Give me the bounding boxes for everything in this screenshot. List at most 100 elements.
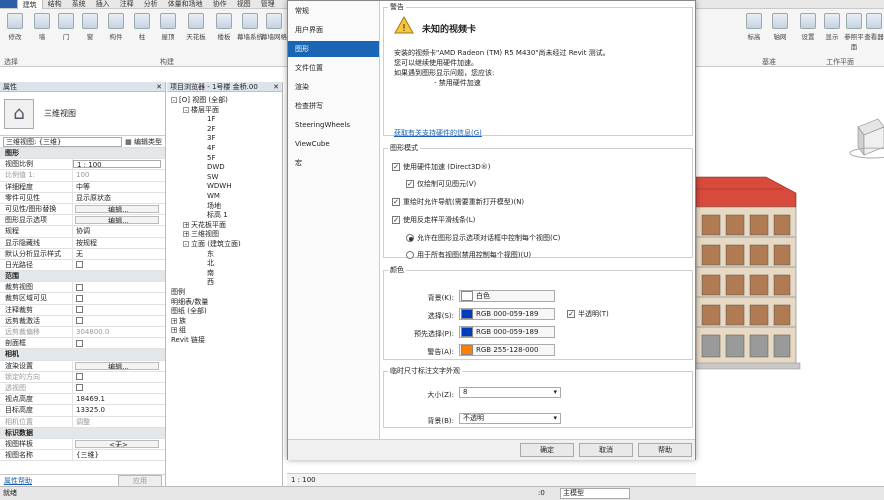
ribbon-tab-file[interactable]	[0, 0, 17, 8]
property-value[interactable]: 编辑...	[75, 216, 159, 225]
browser-tree-item[interactable]: WM	[207, 192, 220, 201]
options-nav-item[interactable]: 宏	[288, 155, 379, 171]
set-button[interactable]: 设置	[796, 13, 820, 41]
viewer-button[interactable]: 查看器	[864, 13, 884, 41]
browser-tree-item[interactable]: - 楼层平面	[183, 106, 219, 115]
ribbon-tab-collaborate[interactable]: 协作	[208, 0, 232, 9]
browser-tree-item[interactable]: 北	[207, 259, 214, 268]
options-nav-item[interactable]: SteeringWheels	[288, 117, 379, 133]
all-views-radio[interactable]: 用于所有视图(禁用控制每个视图)(U)	[406, 251, 531, 260]
level-button[interactable]: 标高	[742, 13, 766, 41]
wall-button[interactable]: 墙	[30, 13, 54, 41]
ribbon-tab-view[interactable]: 视图	[232, 0, 256, 9]
checkbox-icon[interactable]	[76, 294, 83, 302]
checkbox-icon[interactable]	[76, 384, 83, 392]
roof-button[interactable]: 屋顶	[156, 13, 180, 41]
property-value[interactable]: 按规程	[73, 238, 165, 248]
instance-filter-dropdown[interactable]: 三维视图: {三维}	[3, 136, 123, 147]
browser-tree-item[interactable]: + 三维视图	[183, 230, 219, 239]
property-value[interactable]: <无>	[75, 439, 159, 449]
ribbon-tab-massing[interactable]: 体量和场地	[163, 0, 208, 9]
viewcube[interactable]	[849, 118, 884, 159]
property-value[interactable]: 编辑...	[75, 361, 159, 370]
property-value[interactable]: 13325.0	[73, 405, 165, 415]
browser-tree-item[interactable]: Revit 链接	[171, 336, 205, 345]
browser-tree-item[interactable]: + 组	[171, 326, 186, 335]
property-value[interactable]: 无	[73, 249, 165, 259]
text-size-combo[interactable]: 8	[459, 387, 561, 398]
property-value[interactable]: 中等	[73, 182, 165, 192]
browser-tree-item[interactable]: + 族	[171, 317, 186, 326]
property-group-identity[interactable]: 标识数据	[0, 427, 165, 439]
grid-button[interactable]: 轴网	[768, 13, 792, 41]
expand-icon[interactable]: +	[171, 327, 177, 334]
properties-help-link[interactable]: 属性帮助	[4, 476, 32, 486]
per-view-radio[interactable]: 允许在图形显示选项对话框中控制每个视图(C)	[406, 234, 560, 243]
options-nav-item[interactable]: 渲染	[288, 79, 379, 95]
checkbox-icon[interactable]	[76, 283, 83, 291]
ribbon-tab-insert[interactable]: 插入	[91, 0, 115, 9]
checkbox-icon[interactable]	[76, 261, 83, 269]
ceiling-button[interactable]: 天花板	[181, 13, 211, 41]
browser-tree-item[interactable]: 标高 1	[207, 211, 228, 220]
browser-tree-item[interactable]: 西	[207, 278, 214, 287]
browser-tree-item[interactable]: 图例	[171, 288, 185, 297]
browser-tree-item[interactable]: + 天花板平面	[183, 221, 226, 230]
drawing-canvas[interactable]	[695, 67, 884, 485]
checkbox-icon[interactable]	[76, 317, 83, 325]
browser-tree-item[interactable]: 场地	[207, 202, 221, 211]
ref-plane-button[interactable]: 参照平面	[844, 13, 864, 51]
type-selector[interactable]: ⌂ 三维视图	[0, 92, 165, 136]
property-value[interactable]: 1 : 100	[73, 160, 161, 169]
browser-tree-item[interactable]: 南	[207, 269, 214, 278]
ribbon-tab-manage[interactable]: 管理	[256, 0, 280, 9]
browser-tree-item[interactable]: WDWH	[207, 182, 232, 191]
redraw-navigation-checkbox[interactable]: ✓ 重绘时允许导航(需要重新打开模型)(N)	[392, 198, 524, 207]
view-scale[interactable]: 1 : 100	[291, 476, 316, 484]
apply-button[interactable]: 应用	[118, 474, 162, 487]
ribbon-tab-annotate[interactable]: 注释	[115, 0, 139, 9]
browser-tree-item[interactable]: DWD	[207, 163, 225, 172]
window-button[interactable]: 窗	[78, 13, 102, 41]
options-nav-item[interactable]: 图形	[288, 41, 379, 57]
ribbon-tab-systems[interactable]: 系统	[67, 0, 91, 9]
draw-visible-checkbox[interactable]: ✓ 仅绘制可见图元(V)	[406, 180, 476, 189]
background-color-button[interactable]: 白色	[459, 290, 555, 302]
preselection-color-button[interactable]: RGB 000-059-189	[459, 326, 555, 338]
curtain-grid-button[interactable]: 幕墙网格	[260, 13, 288, 41]
column-button[interactable]: 柱	[130, 13, 154, 41]
browser-tree-item[interactable]: 图纸 (全部)	[171, 307, 207, 316]
collapse-icon[interactable]: -	[183, 241, 189, 248]
edit-type-button[interactable]: ▦ 编辑类型	[125, 137, 162, 147]
property-group-extents[interactable]: 范围	[0, 271, 165, 283]
options-nav-item[interactable]: ViewCube	[288, 136, 379, 152]
property-value[interactable]: 编辑...	[75, 204, 159, 214]
options-nav-item[interactable]: 用户界面	[288, 22, 379, 38]
options-nav-item[interactable]: 文件位置	[288, 60, 379, 76]
checkbox-icon[interactable]	[76, 339, 83, 347]
antialias-checkbox[interactable]: ✓ 使用反走样平滑线条(L)	[392, 216, 475, 225]
close-icon[interactable]: ✕	[156, 82, 162, 92]
ok-button[interactable]: 确定	[520, 443, 574, 457]
browser-tree-item[interactable]: 5F	[207, 154, 215, 163]
show-button[interactable]: 显示	[820, 13, 844, 41]
checkbox-icon[interactable]	[76, 373, 83, 381]
ribbon-tab-structure[interactable]: 结构	[43, 0, 67, 9]
expand-icon[interactable]: +	[171, 317, 177, 324]
use-hw-accel-checkbox[interactable]: ✓ 使用硬件加速 (Direct3D®)	[392, 163, 491, 172]
browser-tree-item[interactable]: 东	[207, 250, 214, 259]
browser-tree-item[interactable]: - [O] 视图 (全部)	[171, 96, 228, 105]
browser-tree-item[interactable]: 4F	[207, 144, 215, 153]
property-group-graphics[interactable]: 图形	[0, 148, 165, 160]
property-value[interactable]: 协调	[73, 226, 165, 236]
checkbox-icon[interactable]	[76, 306, 83, 314]
expand-icon[interactable]: +	[183, 221, 189, 228]
text-background-combo[interactable]: 不透明	[459, 413, 561, 424]
floor-button[interactable]: 楼板	[212, 13, 236, 41]
property-value[interactable]: 18469.1	[73, 394, 165, 404]
modify-button[interactable]: 修改	[3, 13, 27, 41]
cancel-button[interactable]: 取消	[579, 443, 633, 457]
group-select-label[interactable]: 选择	[4, 57, 18, 67]
options-nav-item[interactable]: 常规	[288, 3, 379, 19]
browser-tree-item[interactable]: 3F	[207, 134, 215, 143]
